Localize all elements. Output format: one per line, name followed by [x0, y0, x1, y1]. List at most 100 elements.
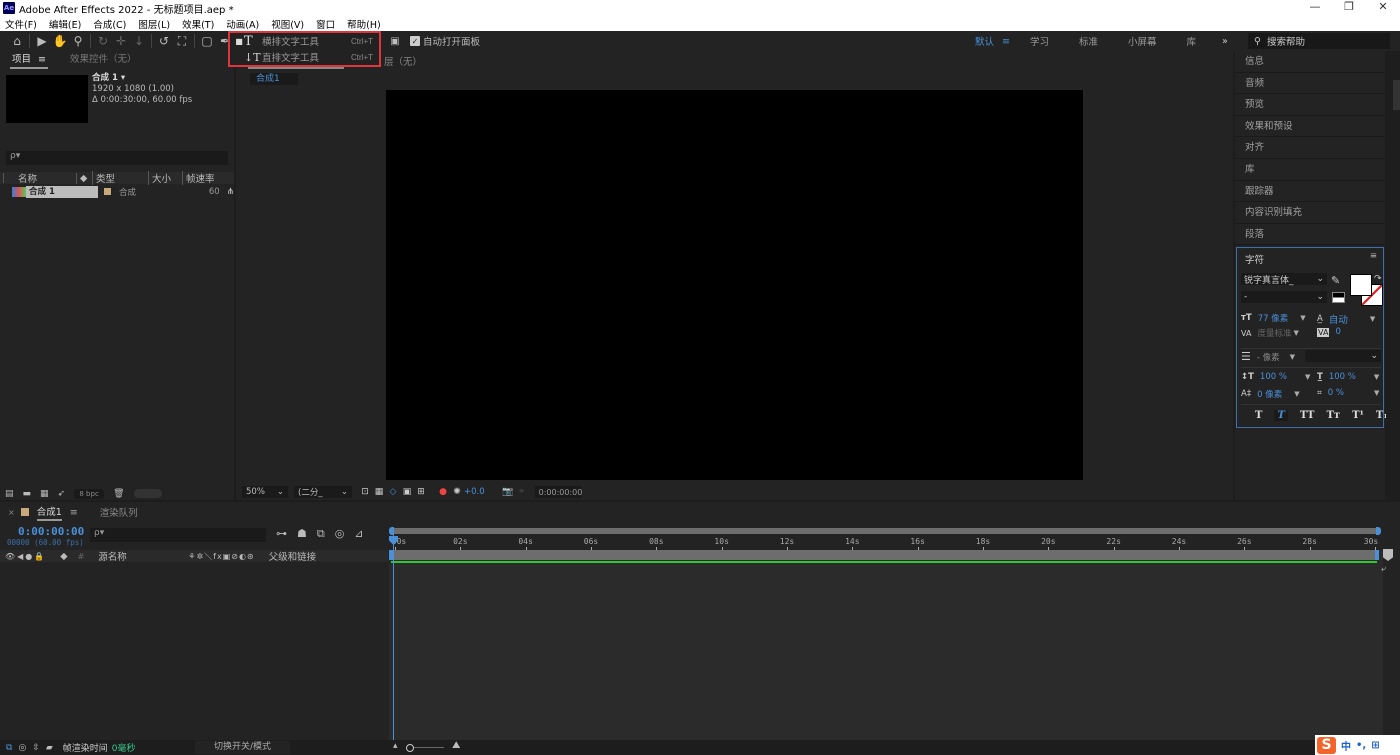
scrollbar-thumb[interactable] — [1393, 80, 1400, 110]
stroke-style-dropdown[interactable]: ⌄ — [1305, 350, 1381, 362]
fast-preview-icon[interactable]: ⊡ — [358, 486, 372, 498]
shy-layers-icon[interactable]: ☗ — [297, 527, 307, 541]
composition-subtab[interactable]: 合成1 — [250, 73, 298, 85]
black-white-swatch[interactable] — [1332, 292, 1345, 303]
workspace-small-screen[interactable]: 小屏幕 — [1128, 34, 1157, 48]
ime-menu-icon[interactable]: ⊞ — [1371, 740, 1379, 751]
panel-effects-presets[interactable]: 效果和预设 — [1235, 116, 1385, 138]
faux-italic-button[interactable]: T — [1274, 410, 1288, 421]
composition-canvas[interactable] — [386, 90, 1083, 480]
close-tab-icon[interactable]: × — [8, 508, 15, 517]
tab-effect-controls[interactable]: 效果控件（无） — [68, 51, 139, 69]
mask-visibility-icon[interactable]: ◇ — [386, 486, 400, 498]
column-size[interactable]: 大小 — [148, 171, 182, 185]
swap-colors-icon[interactable]: ↷ — [1374, 274, 1382, 284]
project-item-row[interactable]: 合成 1 合成 60 ⋔ — [0, 185, 234, 198]
hand-icon[interactable]: ✋ — [51, 32, 69, 50]
tab-layer[interactable]: 层（无） — [384, 54, 422, 68]
tsume-value[interactable]: 0 % — [1328, 388, 1344, 398]
anchor-point-icon[interactable]: ⛶ — [173, 32, 191, 50]
out-point-handle[interactable] — [1375, 550, 1379, 560]
vertical-type-tool-item[interactable]: ↓T 直排文字工具 Ctrl+T — [230, 49, 379, 65]
home-icon[interactable]: ⌂ — [8, 32, 26, 50]
search-help-input[interactable]: ⚲ 搜索帮助 — [1248, 33, 1390, 49]
menu-edit[interactable]: 编辑(E) — [49, 17, 81, 31]
panel-audio[interactable]: 音频 — [1235, 73, 1385, 95]
restore-button[interactable]: ❐ — [1332, 0, 1366, 13]
composition-name[interactable]: 合成 1 ▾ — [92, 73, 192, 84]
tab-composition-1[interactable]: 合成1 — [36, 504, 62, 521]
panel-menu-icon[interactable]: ≡ — [70, 507, 78, 518]
layer-switches-toggle-icon[interactable]: ⧉ — [6, 743, 12, 753]
baseline-shift-value[interactable]: 0 像素 — [1257, 388, 1282, 400]
show-snapshot-icon[interactable]: ⚭ — [515, 486, 529, 498]
small-caps-button[interactable]: Tт — [1326, 410, 1340, 421]
superscript-button[interactable]: T¹ — [1352, 410, 1364, 421]
minimize-button[interactable]: — — [1298, 0, 1332, 13]
faux-bold-button[interactable]: T — [1255, 410, 1262, 421]
rotate-icon[interactable]: ↺ — [155, 32, 173, 50]
panel-menu-icon[interactable]: ≡ — [1370, 251, 1377, 261]
graph-editor-icon[interactable]: ⊿ — [354, 527, 363, 541]
stroke-width-value[interactable]: - 像素 — [1257, 351, 1280, 363]
menu-file[interactable]: 文件(F) — [5, 17, 37, 31]
column-source-name[interactable]: 源名称 — [98, 549, 188, 563]
fill-color-swatch[interactable] — [1350, 274, 1372, 296]
flowchart-icon[interactable]: ⋔ — [227, 187, 234, 197]
column-name[interactable]: 名称 — [4, 171, 76, 185]
workspace-library[interactable]: 库 — [1187, 34, 1197, 48]
column-type[interactable]: 类型 — [92, 171, 148, 185]
all-caps-button[interactable]: TT — [1300, 410, 1315, 421]
leading-value[interactable]: 自动 — [1329, 312, 1348, 326]
workspace-menu-icon[interactable]: ≡ — [1002, 36, 1010, 47]
panel-libraries[interactable]: 库 — [1235, 159, 1385, 181]
menu-layer[interactable]: 图层(L) — [138, 17, 170, 31]
kerning-value[interactable]: 度量标准 — [1257, 327, 1291, 339]
guides-icon[interactable]: ⊞ — [414, 486, 428, 498]
font-style-dropdown[interactable]: - ⌄ — [1241, 291, 1327, 303]
zoom-dropdown[interactable]: 50% ⌄ — [242, 486, 288, 498]
ime-punctuation[interactable]: •, — [1356, 740, 1366, 751]
orbit-camera-icon[interactable]: ↻ — [94, 32, 112, 50]
tab-project[interactable]: 项目 ≡ — [10, 51, 49, 69]
current-time-display[interactable]: 0:00:00:00 — [534, 486, 582, 498]
delete-icon[interactable]: 🗑 — [113, 489, 124, 499]
frame-blending-icon[interactable]: ⧉ — [317, 527, 325, 541]
resolution-dropdown[interactable]: (二分_ ⌄ — [294, 486, 352, 498]
channel-icon[interactable]: ● — [436, 486, 450, 498]
label-tag-icon[interactable]: ◆ — [76, 172, 92, 184]
right-panel-scrollbar[interactable] — [1386, 51, 1400, 500]
render-icon[interactable]: ➶ — [58, 489, 66, 499]
font-size-value[interactable]: 77 像素 — [1258, 312, 1289, 324]
vertical-scale-value[interactable]: 100 % — [1260, 372, 1287, 382]
pan-camera-icon[interactable]: ✛ — [112, 32, 130, 50]
exposure-value[interactable]: +0.0 — [464, 487, 485, 497]
workspace-standard[interactable]: 标准 — [1079, 34, 1098, 48]
work-area-end-handle[interactable] — [1376, 527, 1381, 535]
tab-render-queue[interactable]: 渲染队列 — [100, 505, 138, 519]
menu-window[interactable]: 窗口 — [316, 17, 335, 31]
layer-switches-icons[interactable]: ⚘✲＼fx▣⊘◐⊛ — [188, 551, 254, 562]
timeline-search-input[interactable]: ρ▾ — [90, 528, 266, 542]
column-parent-link[interactable]: 父级和链接 — [269, 549, 317, 563]
horizontal-type-tool-item[interactable]: ■ T 横排文字工具 Ctrl+T — [230, 33, 379, 49]
transfer-controls-icon[interactable]: ◎ — [18, 743, 26, 753]
new-composition-icon[interactable]: ▦ — [40, 489, 49, 499]
new-folder-icon[interactable]: ▬ — [23, 489, 32, 499]
workspace-default[interactable]: 默认 — [975, 34, 994, 48]
composition-flowchart-icon[interactable]: ⊶ — [276, 527, 287, 541]
menu-help[interactable]: 帮助(H) — [347, 17, 381, 31]
transparency-grid-icon[interactable]: ▦ — [372, 486, 386, 498]
panel-preview[interactable]: 预览 — [1235, 94, 1385, 116]
layer-list[interactable] — [0, 563, 388, 740]
current-time-display[interactable]: 0:00:00:00 — [18, 525, 84, 538]
motion-blur-icon[interactable]: ◎ — [335, 527, 345, 541]
panel-paragraph[interactable]: 段落 — [1235, 224, 1385, 246]
menu-effect[interactable]: 效果(T) — [182, 17, 214, 31]
av-switches-icons[interactable]: 👁◀●🔒 — [5, 552, 46, 561]
column-frame-rate[interactable]: 帧速率 — [182, 171, 222, 185]
work-area-bar[interactable] — [391, 528, 1377, 534]
rectangle-icon[interactable]: ▢ — [198, 32, 216, 50]
tracking-value[interactable]: 0 — [1335, 327, 1340, 337]
interpret-footage-icon[interactable]: ▤ — [5, 489, 14, 499]
